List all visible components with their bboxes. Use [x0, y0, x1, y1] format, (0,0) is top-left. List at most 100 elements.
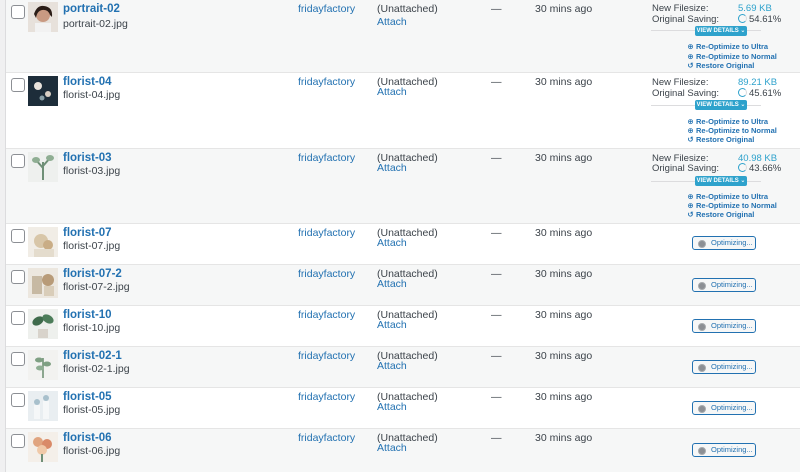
florist-thumbnail-image [28, 268, 58, 298]
restore-original-link[interactable]: ↺ Restore Original [686, 61, 754, 70]
row-checkbox[interactable] [11, 5, 25, 19]
media-title-link[interactable]: florist-04 [63, 76, 112, 88]
thumbnail-florist-07[interactable] [28, 227, 58, 257]
reoptimize-ultra-link[interactable]: ⊕ Re-Optimize to Ultra [686, 117, 768, 126]
action-label: Re-Optimize to Ultra [696, 192, 769, 201]
view-details-button[interactable]: VIEW DETAILS ⌄ [695, 176, 747, 186]
spinner-icon [698, 323, 706, 331]
thumbnail-portrait-02[interactable] [28, 2, 58, 32]
plus-circle-icon: ⊕ [687, 201, 694, 210]
comments-count: — [491, 3, 502, 15]
row-checkbox[interactable] [11, 434, 25, 448]
author-link[interactable]: fridayfactory [298, 391, 355, 403]
author-link[interactable]: fridayfactory [298, 3, 355, 15]
thumbnail-florist-10[interactable] [28, 309, 58, 339]
original-saving-value: 45.61% [738, 88, 781, 99]
restore-original-link[interactable]: ↺ Restore Original [686, 135, 754, 144]
action-label: Restore Original [696, 210, 755, 219]
attach-link[interactable]: Attach [377, 442, 407, 454]
reoptimize-normal-link[interactable]: ⊕ Re-Optimize to Normal [686, 52, 777, 61]
media-title-link[interactable]: florist-10 [63, 309, 112, 321]
reoptimize-ultra-link[interactable]: ⊕ Re-Optimize to Ultra [686, 42, 768, 51]
table-row: florist-10 florist-10.jpg fridayfactory … [6, 306, 800, 347]
author-link[interactable]: fridayfactory [298, 432, 355, 444]
view-details-button[interactable]: VIEW DETAILS ⌄ [695, 100, 747, 110]
table-row: florist-07 florist-07.jpg fridayfactory … [6, 224, 800, 265]
optimizing-button[interactable]: Optimizing... [692, 401, 756, 415]
optimizing-label: Optimizing... [711, 362, 753, 371]
media-filename: florist-06.jpg [63, 445, 121, 457]
new-filesize-value: 5.69 KB [738, 3, 772, 14]
action-label: Re-Optimize to Normal [696, 126, 777, 135]
author-link[interactable]: fridayfactory [298, 350, 355, 362]
view-details-button[interactable]: VIEW DETAILS ⌄ [695, 26, 747, 36]
saving-progress-icon [738, 88, 747, 97]
reoptimize-ultra-link[interactable]: ⊕ Re-Optimize to Ultra [686, 192, 768, 201]
restore-original-link[interactable]: ↺ Restore Original [686, 210, 754, 219]
media-title-link[interactable]: florist-07 [63, 227, 112, 239]
original-saving-value: 43.66% [738, 163, 781, 174]
new-filesize-value: 89.21 KB [738, 77, 778, 88]
media-title-link[interactable]: florist-06 [63, 432, 112, 444]
plus-circle-icon: ⊕ [687, 117, 694, 126]
thumbnail-florist-02-1[interactable] [28, 350, 58, 380]
attach-link[interactable]: Attach [377, 401, 407, 413]
media-title-link[interactable]: portrait-02 [63, 3, 120, 15]
thumbnail-florist-05[interactable] [28, 391, 58, 421]
author-link[interactable]: fridayfactory [298, 152, 355, 164]
attach-link[interactable]: Attach [377, 360, 407, 372]
attach-link[interactable]: Attach [377, 86, 407, 98]
table-row: florist-06 florist-06.jpg fridayfactory … [6, 429, 800, 472]
media-title-link[interactable]: florist-05 [63, 391, 112, 403]
row-checkbox[interactable] [11, 270, 25, 284]
media-filename: florist-04.jpg [63, 89, 121, 101]
media-title-link[interactable]: florist-07-2 [63, 268, 122, 280]
media-title-link[interactable]: florist-03 [63, 152, 112, 164]
reoptimize-normal-link[interactable]: ⊕ Re-Optimize to Normal [686, 126, 777, 135]
media-filename: florist-05.jpg [63, 404, 121, 416]
upload-date: 30 mins ago [535, 432, 593, 444]
thumbnail-florist-07-2[interactable] [28, 268, 58, 298]
row-checkbox[interactable] [11, 352, 25, 366]
thumbnail-florist-04[interactable] [28, 76, 58, 106]
optimizing-button[interactable]: Optimizing... [692, 443, 756, 457]
row-checkbox[interactable] [11, 311, 25, 325]
optimizing-button[interactable]: Optimizing... [692, 278, 756, 292]
row-checkbox[interactable] [11, 393, 25, 407]
author-link[interactable]: fridayfactory [298, 227, 355, 239]
author-link[interactable]: fridayfactory [298, 309, 355, 321]
optimizing-button[interactable]: Optimizing... [692, 360, 756, 374]
attach-link[interactable]: Attach [377, 237, 407, 249]
spinner-icon [698, 282, 706, 290]
action-label: Restore Original [696, 61, 755, 70]
thumbnail-florist-03[interactable] [28, 152, 58, 182]
saving-percent: 43.66% [749, 163, 782, 174]
attach-link[interactable]: Attach [377, 162, 407, 174]
action-label: Re-Optimize to Ultra [696, 117, 769, 126]
original-saving-value: 54.61% [738, 14, 781, 25]
undo-icon: ↺ [687, 135, 694, 144]
optimizing-label: Optimizing... [711, 238, 753, 247]
media-filename: florist-02-1.jpg [63, 363, 130, 375]
plus-circle-icon: ⊕ [687, 52, 694, 61]
thumbnail-florist-06[interactable] [28, 432, 58, 462]
table-row: florist-02-1 florist-02-1.jpg fridayfact… [6, 347, 800, 388]
optimizing-label: Optimizing... [711, 280, 753, 289]
author-link[interactable]: fridayfactory [298, 76, 355, 88]
florist-thumbnail-image [28, 391, 58, 421]
row-checkbox[interactable] [11, 229, 25, 243]
attach-link[interactable]: Attach [377, 319, 407, 331]
attach-link[interactable]: Attach [377, 16, 407, 28]
comments-count: — [491, 391, 502, 403]
row-checkbox[interactable] [11, 154, 25, 168]
row-checkbox[interactable] [11, 78, 25, 92]
optimizing-button[interactable]: Optimizing... [692, 236, 756, 250]
attach-link[interactable]: Attach [377, 278, 407, 290]
reoptimize-normal-link[interactable]: ⊕ Re-Optimize to Normal [686, 201, 777, 210]
optimizing-button[interactable]: Optimizing... [692, 319, 756, 333]
florist-thumbnail-image [28, 432, 58, 462]
saving-progress-icon [738, 14, 747, 23]
media-title-link[interactable]: florist-02-1 [63, 350, 122, 362]
spinner-icon [698, 405, 706, 413]
author-link[interactable]: fridayfactory [298, 268, 355, 280]
